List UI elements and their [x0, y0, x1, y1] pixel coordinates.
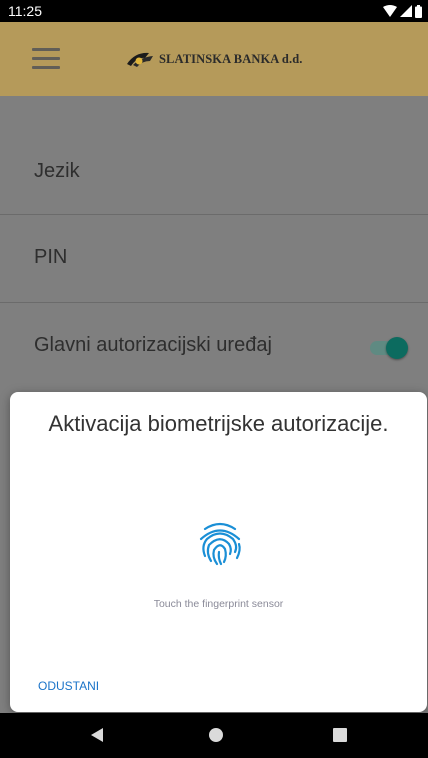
bank-logo-icon	[127, 52, 153, 67]
status-icons	[383, 4, 422, 18]
brand: SLATINSKA BANKA d.d.	[125, 50, 303, 68]
status-bar: 11:25	[0, 0, 428, 22]
wifi-icon	[383, 5, 397, 17]
main-device-toggle[interactable]	[368, 336, 412, 360]
hamburger-menu-icon[interactable]	[32, 48, 60, 70]
settings-item-label: Glavni autorizacijski uređaj	[34, 334, 272, 356]
settings-item-label: Jezik	[34, 160, 80, 182]
navigation-bar	[0, 713, 428, 758]
fingerprint-hint: Touch the fingerprint sensor	[153, 598, 284, 610]
fingerprint-icon	[199, 522, 241, 566]
settings-item-language[interactable]: Jezik	[0, 129, 428, 215]
recents-icon[interactable]	[333, 728, 347, 742]
settings-item-label: PIN	[34, 246, 68, 268]
battery-icon	[415, 4, 422, 18]
signal-icon	[400, 5, 412, 17]
brand-name: SLATINSKA BANKA d.d.	[159, 51, 303, 66]
app-bar: SLATINSKA BANKA d.d.	[0, 22, 428, 96]
biometric-dialog: Aktivacija biometrijske autorizacije. To…	[10, 392, 427, 712]
dialog-title: Aktivacija biometrijske autorizacije.	[48, 411, 389, 436]
status-time: 11:25	[8, 3, 42, 19]
toggle-thumb	[386, 337, 408, 359]
back-icon[interactable]	[91, 728, 103, 742]
settings-item-main-device: Glavni autorizacijski uređaj	[0, 303, 428, 393]
cancel-button[interactable]: ODUSTANI	[38, 679, 99, 693]
home-icon[interactable]	[209, 728, 223, 742]
settings-item-pin[interactable]: PIN	[0, 215, 428, 303]
